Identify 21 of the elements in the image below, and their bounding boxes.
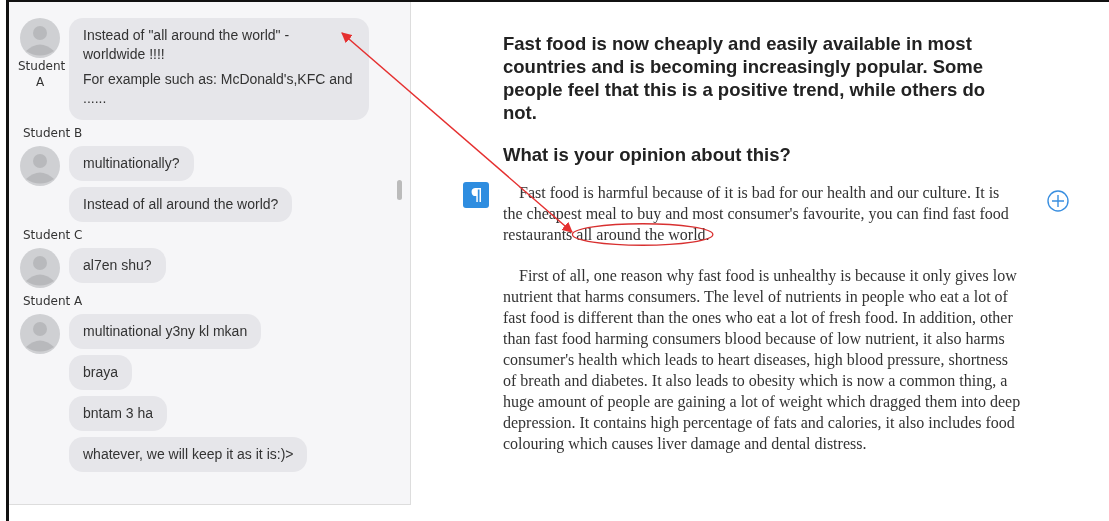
essay-prompt: Fast food is now cheaply and easily available in most countries and is becoming increasingly popular. Some people feel that this is a positive trend, while others do not. [503, 32, 987, 124]
avatar-icon [20, 146, 60, 186]
message-bubble: Instead of "all around the world" - worldwide !!!! For example such as: McDonald's,KFC and ...... [69, 18, 369, 120]
avatar-icon [20, 314, 60, 354]
message-bubble: braya [69, 355, 133, 390]
essay-paragraph: First of all, one reason why fast food is unhealthy is because it only gives low nutrient that harms consumers. The level of nutrients in people who eat a lot of fast food is different than the ones who eat a lot of fresh food. In addition, other than fast food harming consumers blood because of low nutrient, it also harms consumer's health which leads to heart diseases, high blood pressure, shortness of breath and diabetes. It also leads to obesity which is now a common thing, a huge amount of people are gaining a lot of weight which dragged them into deep depression. It contains high percentage of fats and calories, it also includes food colouring which causes liver damage and dental distress. [503, 266, 1021, 454]
paragraph-icon[interactable] [463, 182, 489, 208]
avatar-icon [20, 18, 60, 58]
avatar-icon [20, 248, 60, 288]
sender-name: Student A [22, 294, 84, 308]
message-bubble: Instead of all around the world? [69, 187, 293, 222]
message-bubble: bntam 3 ha [69, 396, 168, 431]
message-bubble: al7en shu? [69, 248, 166, 283]
message-bubble: multinational y3ny kl mkan [69, 314, 262, 349]
message-bubble: whatever, we will keep it as it is:)> [69, 437, 308, 472]
scrollbar-thumb[interactable] [397, 180, 402, 200]
message-bubble: multinationally? [69, 146, 194, 181]
sender-name: Student C [22, 228, 84, 242]
essay-question: What is your opinion about this? [503, 144, 792, 166]
sender-name: Student B [22, 126, 84, 140]
add-icon[interactable] [1047, 190, 1069, 212]
